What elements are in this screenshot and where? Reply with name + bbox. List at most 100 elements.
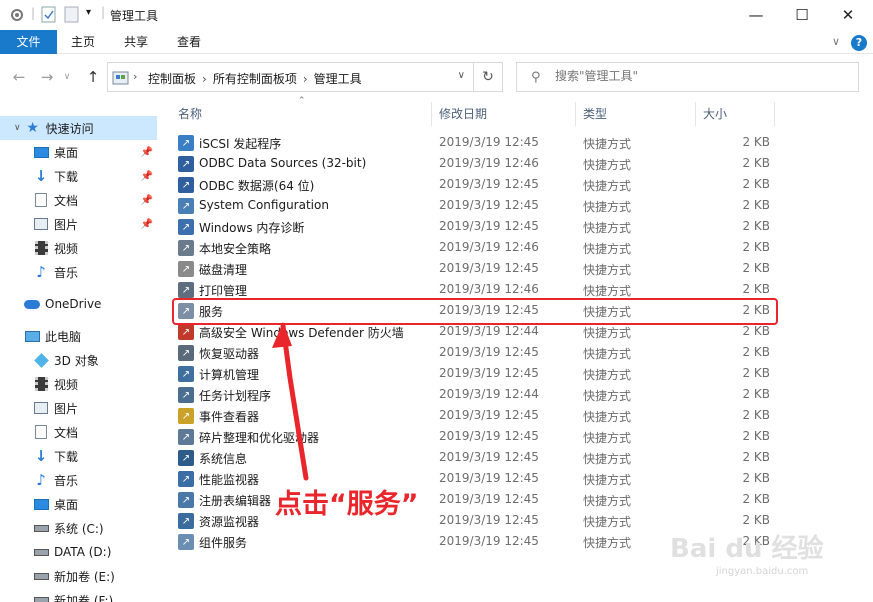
column-header-type[interactable]: 类型 (575, 102, 696, 126)
nav-item-drive-f[interactable]: 新加卷 (F:) (0, 588, 157, 602)
breadcrumb: 控制面板 › 所有控制面板项 › 管理工具 (148, 70, 362, 87)
file-date: 2019/3/19 12:45 (439, 429, 539, 443)
maximize-button[interactable]: ☐ (779, 0, 825, 30)
cube-icon (33, 352, 49, 368)
file-date: 2019/3/19 12:45 (439, 345, 539, 359)
file-type: 快捷方式 (583, 389, 632, 403)
close-button[interactable]: ✕ (825, 0, 871, 30)
tab-file[interactable]: 文件 (0, 30, 57, 54)
tab-view[interactable]: 查看 (170, 30, 208, 54)
file-date: 2019/3/19 12:45 (439, 177, 539, 191)
breadcrumb-item[interactable]: 控制面板 (148, 72, 196, 86)
file-row[interactable]: ↗ 计算机管理 2019/3/19 12:45 快捷方式 2 KB (172, 363, 778, 384)
drive-icon (33, 520, 49, 536)
nav-item-videos[interactable]: 视频 (0, 236, 157, 260)
shortcut-icon: ↗ (178, 324, 194, 340)
file-name: 本地安全策略 (199, 242, 272, 256)
file-name: 资源监视器 (199, 515, 260, 529)
file-date: 2019/3/19 12:45 (439, 450, 539, 464)
file-size: 2 KB (742, 135, 770, 149)
nav-item-downloads[interactable]: ↓ 下载 (0, 444, 157, 468)
column-header-date[interactable]: 修改日期 (431, 102, 576, 126)
file-row[interactable]: ↗ 注册表编辑器 2019/3/19 12:45 快捷方式 2 KB (172, 489, 778, 510)
file-name: 系统信息 (199, 452, 248, 466)
nav-item-music[interactable]: ♪ 音乐 (0, 468, 157, 492)
file-row[interactable]: ↗ 事件查看器 2019/3/19 12:45 快捷方式 2 KB (172, 405, 778, 426)
file-type: 快捷方式 (583, 137, 632, 151)
file-size: 2 KB (742, 324, 770, 338)
file-type: 快捷方式 (583, 515, 632, 529)
new-folder-icon[interactable] (64, 6, 80, 24)
nav-item-quick-access[interactable]: ∨ ★ 快速访问 (0, 116, 157, 140)
nav-item-documents[interactable]: 文档 (0, 420, 157, 444)
nav-item-onedrive[interactable]: OneDrive (0, 292, 157, 316)
file-size: 2 KB (742, 345, 770, 359)
file-row[interactable]: ↗ ODBC 数据源(64 位) 2019/3/19 12:45 快捷方式 2 KB (172, 174, 778, 195)
pin-icon[interactable]: 📌 (141, 195, 153, 206)
file-row[interactable]: ↗ 本地安全策略 2019/3/19 12:46 快捷方式 2 KB (172, 237, 778, 258)
nav-item-pictures[interactable]: 图片 (0, 396, 157, 420)
breadcrumb-separator-icon: › (302, 72, 308, 86)
properties-icon[interactable] (41, 6, 57, 24)
file-row[interactable]: ↗ 恢复驱动器 2019/3/19 12:45 快捷方式 2 KB (172, 342, 778, 363)
nav-item-videos[interactable]: 视频 (0, 372, 157, 396)
pin-icon[interactable]: 📌 (141, 147, 153, 158)
file-row[interactable]: ↗ ODBC Data Sources (32-bit) 2019/3/19 12:… (172, 153, 778, 174)
breadcrumb-item[interactable]: 管理工具 (314, 72, 362, 86)
search-box[interactable]: ⚲ (516, 62, 859, 92)
pin-icon[interactable]: 📌 (141, 219, 153, 230)
file-row[interactable]: ↗ Windows 内存诊断 2019/3/19 12:45 快捷方式 2 KB (172, 216, 778, 237)
file-name: 任务计划程序 (199, 389, 272, 403)
help-icon[interactable]: ? (851, 35, 867, 51)
nav-item-pictures[interactable]: 图片 📌 (0, 212, 157, 236)
minimize-button[interactable]: — (733, 0, 779, 30)
shortcut-icon: ↗ (178, 261, 194, 277)
nav-item-this-pc[interactable]: 此电脑 (0, 324, 157, 348)
nav-item-3d-objects[interactable]: 3D 对象 (0, 348, 157, 372)
file-row[interactable]: ↗ iSCSI 发起程序 2019/3/19 12:45 快捷方式 2 KB (172, 132, 778, 153)
ribbon-expand-icon[interactable]: ∨ (832, 35, 840, 48)
nav-item-drive-c[interactable]: 系统 (C:) (0, 516, 157, 540)
pin-icon[interactable]: 📌 (141, 171, 153, 182)
file-name: ODBC 数据源(64 位) (199, 179, 315, 193)
nav-item-documents[interactable]: 文档 📌 (0, 188, 157, 212)
address-dropdown-icon[interactable]: ∨ (458, 70, 465, 81)
file-name: 性能监视器 (199, 473, 260, 487)
file-row[interactable]: ↗ 磁盘清理 2019/3/19 12:45 快捷方式 2 KB (172, 258, 778, 279)
gear-icon[interactable] (8, 6, 26, 24)
file-size: 2 KB (742, 177, 770, 191)
watermark-logo: Bai du 经验 (670, 534, 824, 564)
nav-item-desktop[interactable]: 桌面 📌 (0, 140, 157, 164)
column-header-name[interactable]: 名称 (170, 102, 432, 126)
qa-dropdown-icon[interactable]: ▾ (86, 7, 91, 18)
file-size: 2 KB (742, 408, 770, 422)
nav-item-music[interactable]: ♪ 音乐 (0, 260, 157, 284)
file-row[interactable]: ↗ 任务计划程序 2019/3/19 12:44 快捷方式 2 KB (172, 384, 778, 405)
forward-button[interactable]: → (36, 66, 58, 88)
file-row[interactable]: ↗ System Configuration 2019/3/19 12:45 快捷方式… (172, 195, 778, 216)
file-row[interactable]: ↗ 打印管理 2019/3/19 12:46 快捷方式 2 KB (172, 279, 778, 300)
search-input[interactable] (555, 69, 845, 83)
file-type: 快捷方式 (583, 347, 632, 361)
nav-item-label: 文档 (54, 193, 79, 208)
address-bar[interactable]: › 控制面板 › 所有控制面板项 › 管理工具 ∨ (107, 62, 474, 92)
nav-item-downloads[interactable]: ↓ 下载 📌 (0, 164, 157, 188)
nav-item-drive-d[interactable]: DATA (D:) (0, 540, 157, 564)
annotation-text: 点击“服务” (275, 489, 419, 520)
shortcut-icon: ↗ (178, 240, 194, 256)
recent-locations-button[interactable]: ∨ (60, 66, 74, 88)
refresh-button[interactable]: ↻ (474, 62, 503, 92)
column-header-size[interactable]: 大小 (695, 102, 775, 126)
breadcrumb-item[interactable]: 所有控制面板项 (213, 72, 297, 86)
up-button[interactable]: ↑ (82, 66, 104, 88)
nav-item-drive-e[interactable]: 新加卷 (E:) (0, 564, 157, 588)
file-row[interactable]: ↗ 碎片整理和优化驱动器 2019/3/19 12:45 快捷方式 2 KB (172, 426, 778, 447)
file-row[interactable]: ↗ 性能监视器 2019/3/19 12:45 快捷方式 2 KB (172, 468, 778, 489)
tab-share[interactable]: 共享 (117, 30, 155, 54)
tab-home[interactable]: 主页 (64, 30, 102, 54)
back-button[interactable]: ← (8, 66, 30, 88)
file-size: 2 KB (742, 387, 770, 401)
nav-item-desktop[interactable]: 桌面 (0, 492, 157, 516)
nav-item-label: 桌面 (54, 145, 79, 160)
file-row[interactable]: ↗ 系统信息 2019/3/19 12:45 快捷方式 2 KB (172, 447, 778, 468)
